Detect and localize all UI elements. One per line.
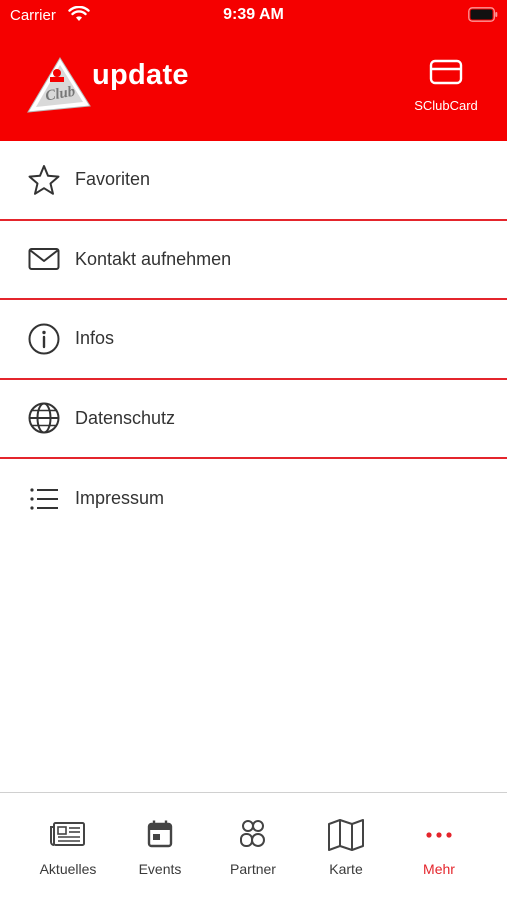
tab-label: Events [138, 861, 182, 877]
battery-icon [468, 7, 498, 22]
menu-item-label: Favoriten [75, 169, 151, 190]
tab-karte[interactable]: Karte [301, 815, 391, 885]
tab-label: Mehr [423, 861, 455, 877]
calendar-icon [147, 820, 173, 848]
partner-icon [240, 820, 265, 847]
map-icon [328, 819, 364, 851]
menu-item-kontakt[interactable]: Kontakt aufnehmen [0, 221, 507, 300]
menu-item-infos[interactable]: Infos [0, 300, 507, 380]
menu-item-impressum[interactable]: Impressum [0, 459, 507, 539]
menu-item-favoriten[interactable]: Favoriten [0, 141, 507, 221]
status-time: 9:39 AM [223, 6, 284, 23]
brand-logo: Club update [26, 56, 196, 114]
menu-item-datenschutz[interactable]: Datenschutz [0, 380, 507, 459]
newspaper-icon [50, 822, 85, 846]
tab-partner[interactable]: Partner [208, 815, 298, 885]
info-icon [28, 323, 60, 355]
tab-label: Aktuelles [39, 861, 97, 877]
tab-events[interactable]: Events [115, 815, 205, 885]
menu-item-label: Impressum [75, 488, 165, 509]
mail-icon [28, 248, 60, 271]
status-bar: Carrier 9:39 AM [0, 0, 507, 32]
bottom-tab-bar: Aktuelles Events Partner Karte Mehr [0, 792, 507, 900]
star-icon [28, 164, 60, 195]
list-icon [30, 488, 58, 510]
tab-mehr[interactable]: Mehr [394, 815, 484, 885]
menu-item-label: Infos [75, 328, 115, 349]
tab-aktuelles[interactable]: Aktuelles [23, 815, 113, 885]
credit-card-icon [429, 59, 463, 85]
app-title: update [92, 59, 189, 91]
more-icon [426, 832, 452, 838]
globe-icon [28, 402, 60, 434]
tab-label: Partner [230, 861, 276, 877]
menu-item-label: Kontakt aufnehmen [75, 248, 232, 269]
club-logo-icon: Club [27, 57, 91, 113]
app-header: Carrier 9:39 AM Club update SClubCard [0, 0, 507, 141]
more-menu-list: Favoriten Kontakt aufnehmen Infos Datens… [0, 141, 507, 539]
menu-item-label: Datenschutz [75, 407, 176, 428]
sclubcard-button[interactable]: SClubCard [404, 58, 488, 118]
sclubcard-label: SClubCard [414, 98, 478, 113]
tab-label: Karte [329, 861, 363, 877]
